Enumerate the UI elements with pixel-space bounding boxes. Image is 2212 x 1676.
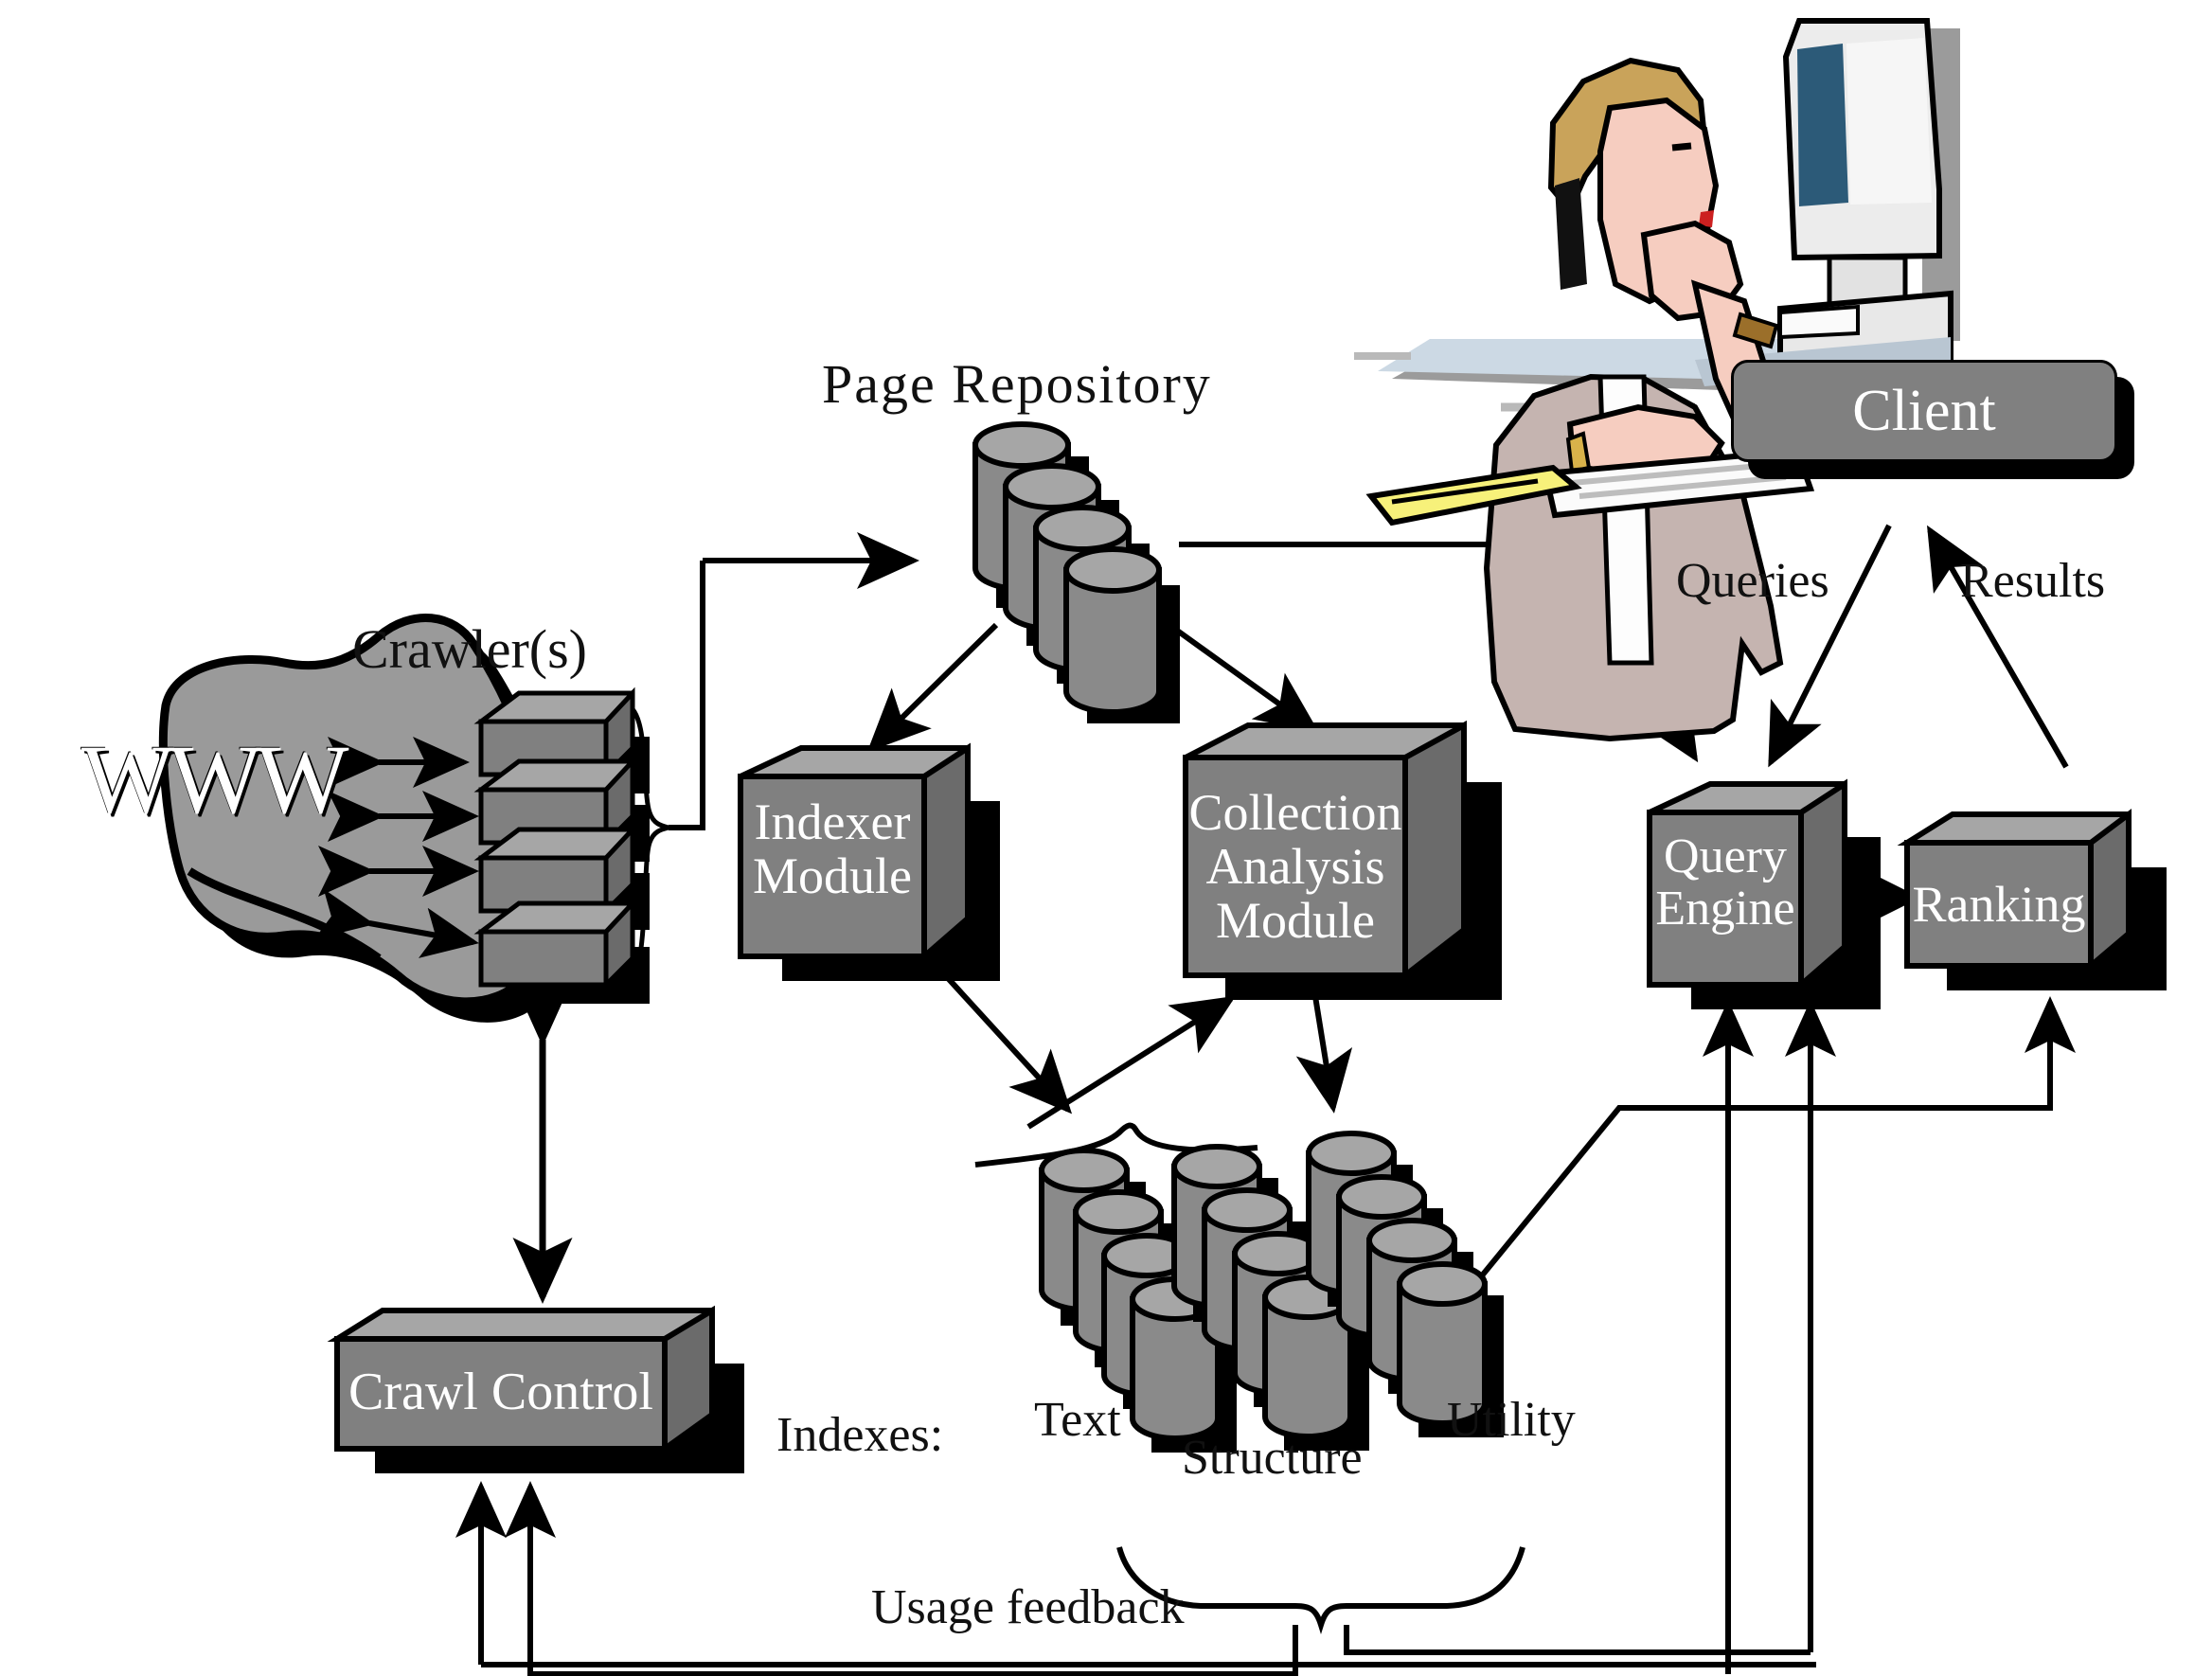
collection-line2: Analysis [1205,838,1385,896]
index-text-label: Text [1034,1393,1121,1447]
indexes-label: Indexes: [776,1408,944,1462]
ranking-label: Ranking [1907,875,2091,934]
client-label: Client [1852,378,1996,443]
www-label: WWW [81,725,348,834]
query-engine-line2: Engine [1655,881,1795,936]
collection-analysis-module-label: Collection Analysis Module [1186,784,1405,950]
indexer-module-line2: Module [753,847,912,904]
search-engine-architecture-diagram: Indexer Module Collection Analysis Modul… [0,0,2212,1676]
ranking-text: Ranking [1912,876,2086,933]
index-structure-label: Structure [1182,1431,1363,1485]
indexer-module-line1: Indexer [754,793,911,850]
crawlers-label: Crawler(s) [352,618,588,680]
collection-line3: Module [1216,892,1375,950]
queries-label: Queries [1676,554,1829,608]
indexer-module-label: Indexer Module [740,795,924,902]
index-utility-label: Utility [1447,1393,1576,1447]
collection-line1: Collection [1188,784,1402,841]
query-engine-label: Query Engine [1650,829,1801,936]
client-block-body: Client [1731,360,2117,462]
usage-feedback-label: Usage feedback [871,1580,1185,1634]
crawl-control-label: Crawl Control [337,1362,665,1422]
crawl-control-text: Crawl Control [348,1363,653,1421]
query-engine-line1: Query [1664,829,1787,883]
page-repository-label: Page Repository [822,353,1212,415]
results-label: Results [1960,554,2106,608]
client-block[interactable]: Client [1731,360,2134,479]
